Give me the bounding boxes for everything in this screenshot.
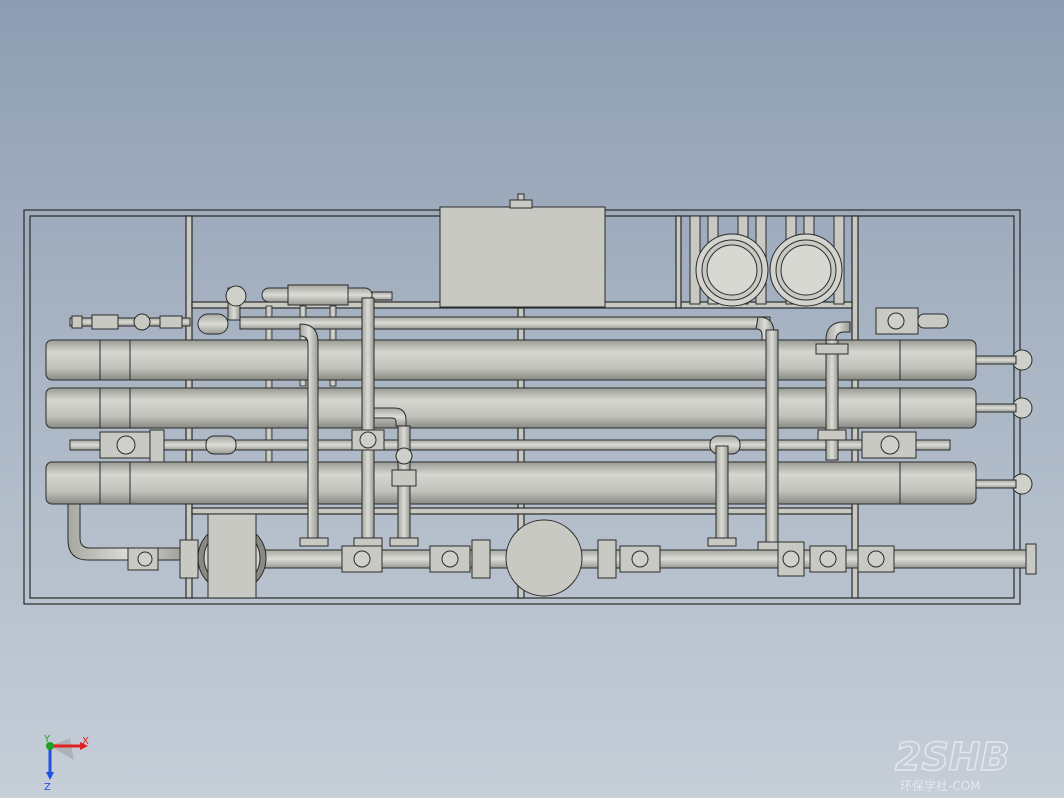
cartridge-filter-rack[interactable] (689, 215, 845, 307)
z-axis-head (46, 772, 54, 780)
membrane-vessel-3[interactable] (45, 461, 977, 505)
pump-base (207, 513, 257, 599)
y-axis-label: Y (43, 734, 51, 745)
watermark-sub: 环保学社-COM (900, 778, 981, 793)
cad-viewport[interactable]: X Y Z 2SHB 环保学社-COM (0, 0, 1064, 798)
triad-plane (50, 738, 74, 760)
control-box[interactable] (439, 193, 606, 308)
watermark: 2SHB 环保学社-COM (894, 734, 1010, 793)
z-axis-label: Z (44, 782, 51, 793)
model-drawing[interactable]: X Y Z 2SHB 环保学社-COM (0, 0, 1064, 798)
watermark-main: 2SHB (895, 735, 1010, 779)
top-header-pipe[interactable] (69, 284, 775, 342)
view-triad[interactable]: X Y Z (43, 734, 89, 793)
x-axis-label: X (82, 736, 89, 747)
